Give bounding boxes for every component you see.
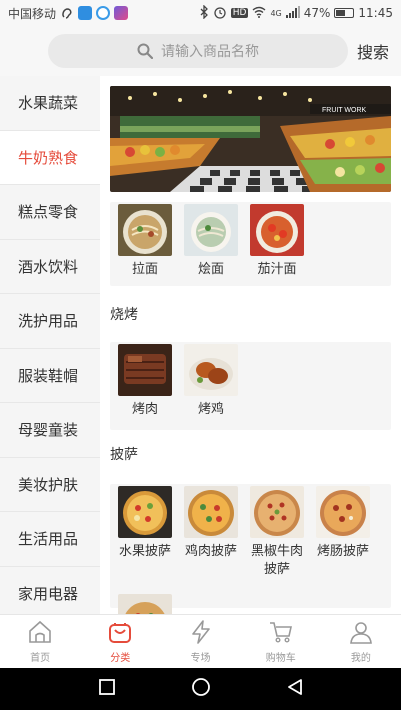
tab-label: 购物车 [265,653,296,664]
product-item[interactable] [118,594,172,614]
product-item[interactable]: 烤鸡 [184,344,238,419]
bluetooth-icon [199,3,209,22]
alarm-icon [213,5,227,22]
product-image-braised-noodles [184,204,238,256]
app-notification-icon [96,6,111,20]
product-name: 烤肠披萨 [316,544,369,559]
app-notification-icon [78,6,93,20]
product-name: 黑椒牛肉披萨 [250,544,303,577]
sidebar-item-cosmetics[interactable]: 美妆护肤 [0,458,100,512]
sidebar-item-pastry-snacks[interactable]: 糕点零食 [0,185,100,240]
category-sidebar: 水果蔬菜 牛奶熟食 糕点零食 酒水饮料 洗护用品 服装鞋帽 母婴童装 美妆护肤 … [0,76,100,614]
product-image-chicken-pizza [184,486,238,538]
product-name: 烤鸡 [197,402,224,417]
clock-time: 11:45 [358,6,393,20]
tab-special[interactable]: 专场 [160,615,240,668]
status-bar: 中国移动 HD 4G 47% 11:45 [0,0,401,26]
hd-badge: HD [230,8,249,18]
tab-label: 专场 [190,653,211,664]
product-image-grilled-meat [118,344,172,396]
product-item[interactable]: 拉面 [118,204,172,279]
wifi-icon [252,6,266,21]
home-icon [29,620,51,643]
promo-banner[interactable]: FRUIT WORK [110,86,391,192]
cart-icon [269,622,292,643]
carrier-label: 中国移动 [8,6,57,21]
hearing-icon [60,6,74,20]
sidebar-item-appliances[interactable]: 家用电器 [0,567,100,615]
tab-cart[interactable]: 购物车 [241,615,321,668]
product-item[interactable]: 烤肉 [118,344,172,419]
sidebar-item-baby[interactable]: 母婴童装 [0,403,100,458]
battery-percent: 47% [303,6,331,20]
sidebar-item-drinks[interactable]: 酒水饮料 [0,240,100,294]
sidebar-item-toiletries[interactable]: 洗护用品 [0,294,100,349]
tab-home[interactable]: 首页 [0,615,80,668]
sidebar-item-daily-goods[interactable]: 生活用品 [0,512,100,567]
tab-label: 分类 [110,653,131,664]
app-notification-icon [114,6,129,20]
banner-image: FRUIT WORK [110,86,391,192]
product-image-ramen [118,204,172,256]
category-content: FRUIT WORK 拉面 烩面 茄汁面 烧烤 烤肉 烤鸡 披萨 水果披萨 鸡肉… [100,76,401,614]
product-item[interactable]: 烤肠披萨 [316,486,370,561]
tab-label: 首页 [30,653,51,664]
bottom-tab-bar: 首页 分类 专场 购物车 我的 [0,614,401,668]
network-type-label: 4G [270,8,282,18]
product-image-fruit-pizza [118,486,172,538]
product-image-sausage-pizza [316,486,370,538]
banner-sign-text: FRUIT WORK [322,107,367,114]
product-name: 鸡肉披萨 [184,544,237,559]
product-image-pizza [118,594,172,614]
home-button[interactable] [191,677,211,701]
product-image-tomato-noodles [250,204,304,256]
product-item[interactable]: 烩面 [184,204,238,279]
product-name: 茄汁面 [257,262,297,277]
tab-mine[interactable]: 我的 [321,615,401,668]
circle-icon [191,678,210,696]
product-item[interactable]: 水果披萨 [118,486,172,561]
sidebar-item-clothing[interactable]: 服装鞋帽 [0,349,100,403]
search-button[interactable]: 搜索 [357,39,389,63]
product-name: 水果披萨 [118,544,171,559]
battery-icon [334,8,355,18]
search-input[interactable]: 请输入商品名称 [48,34,348,68]
tab-label: 我的 [350,653,371,664]
product-name: 烩面 [197,262,224,277]
product-image-black-pepper-beef-pizza [250,486,304,538]
product-item[interactable]: 茄汁面 [250,204,304,279]
tab-category[interactable]: 分类 [80,615,160,668]
product-item[interactable]: 黑椒牛肉披萨 [250,486,304,579]
square-icon [98,679,115,695]
section-title-pizza: 披萨 [110,447,138,463]
product-name: 烤肉 [131,402,158,417]
search-placeholder: 请输入商品名称 [161,44,259,60]
section-title-bbq: 烧烤 [110,307,138,323]
product-name: 拉面 [131,262,158,277]
back-button[interactable] [286,678,304,700]
signal-icon [285,5,300,21]
lightning-icon [191,620,210,644]
product-image-roast-chicken [184,344,238,396]
sidebar-item-fruits-vegetables[interactable]: 水果蔬菜 [0,76,100,131]
system-nav-bar [0,668,401,710]
sidebar-item-milk-deli[interactable]: 牛奶熟食 [0,130,100,185]
search-bar: 请输入商品名称 搜索 [0,26,401,76]
product-item[interactable]: 鸡肉披萨 [184,486,238,561]
search-icon [137,43,153,59]
back-triangle-icon [287,679,302,695]
bag-icon [109,623,132,643]
recent-apps-button[interactable] [98,678,116,700]
user-icon [350,622,372,644]
